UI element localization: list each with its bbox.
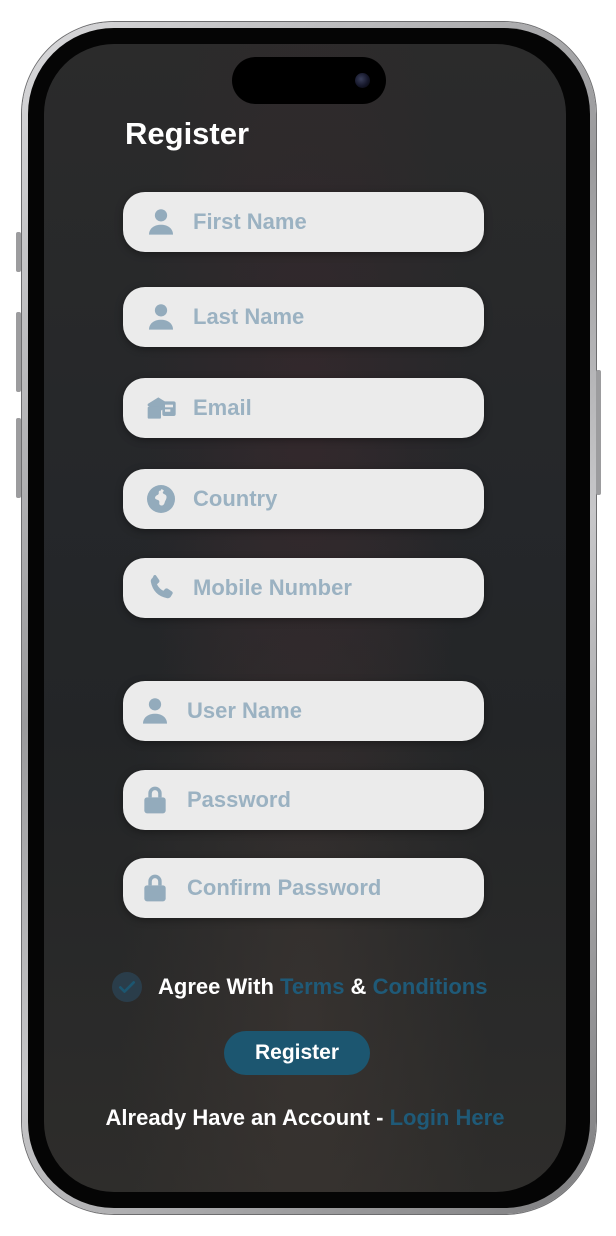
login-prompt-text: Already Have an Account - — [105, 1105, 390, 1130]
country-input[interactable] — [191, 485, 465, 513]
volume-down-button — [16, 418, 21, 498]
agreement-row: Agree With Terms & Conditions — [112, 972, 487, 1002]
volume-up-button — [16, 312, 21, 392]
lock-icon — [137, 782, 173, 818]
agreement-and: & — [344, 974, 373, 999]
email-input[interactable] — [191, 394, 465, 422]
page-title: Register — [125, 116, 250, 151]
password-input[interactable] — [185, 786, 459, 814]
power-button — [596, 370, 601, 495]
mobile-number-input[interactable] — [191, 574, 465, 602]
terms-link[interactable]: Terms — [280, 974, 344, 999]
login-here-link[interactable]: Login Here — [390, 1105, 505, 1130]
user-name-field[interactable] — [123, 681, 484, 741]
first-name-input[interactable] — [191, 208, 465, 236]
user-icon — [143, 204, 179, 240]
user-name-input[interactable] — [185, 697, 459, 725]
confirm-password-input[interactable] — [185, 874, 459, 902]
phone-icon — [143, 570, 179, 606]
agreement-text: Agree With Terms & Conditions — [158, 974, 487, 1000]
user-icon — [143, 299, 179, 335]
agreement-prefix: Agree With — [158, 974, 281, 999]
agree-checkbox[interactable] — [112, 972, 142, 1002]
confirm-password-field[interactable] — [123, 858, 484, 918]
register-button[interactable]: Register — [224, 1031, 370, 1075]
mail-icon — [143, 390, 179, 426]
camera-icon — [355, 73, 370, 88]
conditions-link[interactable]: Conditions — [373, 974, 488, 999]
dynamic-island — [232, 57, 386, 104]
password-field[interactable] — [123, 770, 484, 830]
login-prompt: Already Have an Account - Login Here — [44, 1105, 566, 1131]
app-screen: Register First Name Last Name Email Coun… — [44, 44, 566, 1192]
globe-icon — [143, 481, 179, 517]
first-name-field[interactable] — [123, 192, 484, 252]
user-icon — [137, 693, 173, 729]
checkmark-icon — [119, 981, 135, 993]
lock-icon — [137, 870, 173, 906]
silent-switch — [16, 232, 21, 272]
mobile-number-field[interactable] — [123, 558, 484, 618]
last-name-field[interactable] — [123, 287, 484, 347]
country-field[interactable] — [123, 469, 484, 529]
last-name-input[interactable] — [191, 303, 465, 331]
email-field[interactable] — [123, 378, 484, 438]
